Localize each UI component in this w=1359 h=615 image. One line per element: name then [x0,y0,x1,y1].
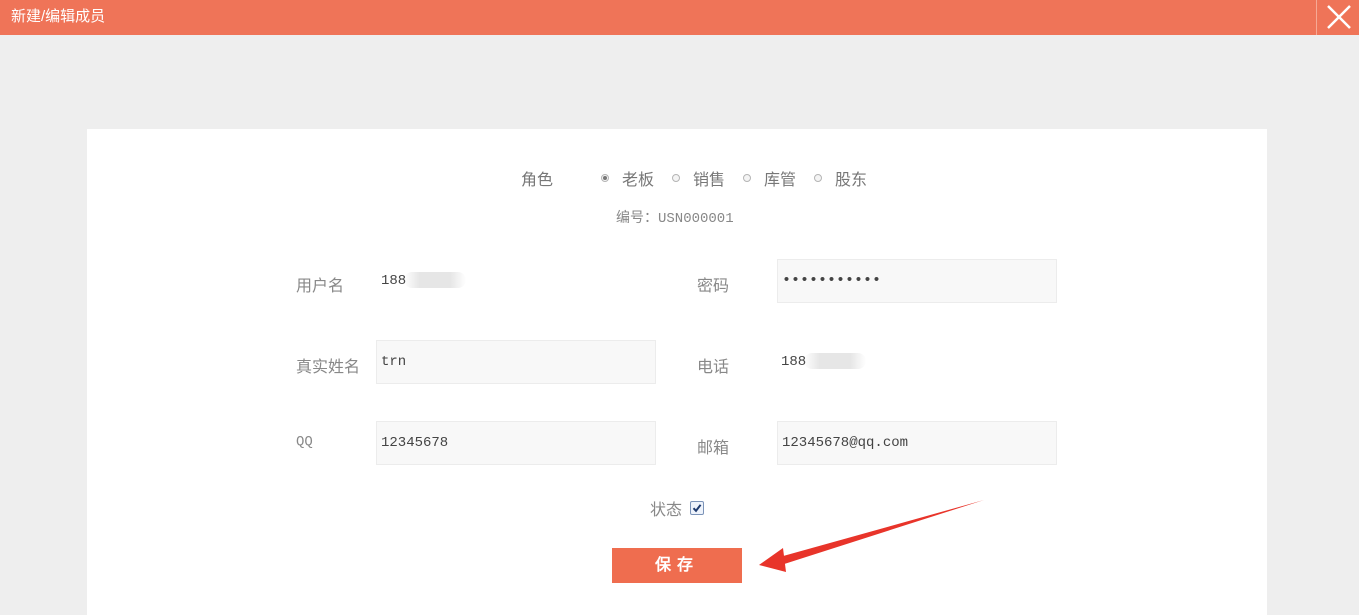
close-button[interactable] [1316,0,1359,35]
password-label: 密码 [697,278,730,295]
realname-field[interactable]: trn [376,340,656,384]
phone-label: 电话 [697,359,730,376]
username-field[interactable]: 188 [376,259,656,303]
qq-value: 12345678 [381,435,449,451]
role-option-label: 销售 [693,172,726,189]
member-code-value: USN000001 [658,211,734,227]
role-option-shareholder[interactable]: 股东 [814,166,867,190]
phone-field[interactable]: 188 [776,340,1056,384]
redaction-blur [804,353,867,370]
close-icon [1327,5,1351,29]
username-label: 用户名 [296,278,345,295]
role-option-warehouse[interactable]: 库管 [743,166,796,190]
email-field[interactable]: 12345678@qq.com [777,421,1057,465]
radio-sales[interactable] [672,174,681,182]
role-option-label: 股东 [835,172,868,189]
member-code-label: 编号： [616,209,658,225]
status-checkbox[interactable] [690,501,705,515]
radio-boss[interactable] [601,174,609,182]
title-bar: 新建/编辑成员 [0,0,1359,35]
email-label: 邮箱 [697,440,730,457]
checkmark-icon [692,504,702,513]
status-label: 状态 [650,502,683,519]
role-label: 角色 [521,172,554,189]
radio-shareholder[interactable] [814,174,823,182]
qq-label: QQ [296,434,313,450]
role-option-sales[interactable]: 销售 [672,166,725,190]
member-code: 编号：USN000001 [616,207,734,227]
realname-value: trn [381,354,407,370]
role-option-label: 库管 [764,172,797,189]
username-value: 188 [381,273,407,289]
phone-value: 188 [781,354,807,370]
window-title: 新建/编辑成员 [11,8,106,25]
role-option-label: 老板 [622,172,655,189]
password-field[interactable]: ••••••••••• [777,259,1057,303]
role-selector: 角色 老板 销售 库管 股东 [521,167,885,189]
email-value: 12345678@qq.com [782,435,909,451]
realname-label: 真实姓名 [296,359,361,376]
save-button[interactable]: 保存 [612,548,742,583]
role-option-boss[interactable]: 老板 [601,166,654,190]
qq-field[interactable]: 12345678 [376,421,656,465]
radio-warehouse[interactable] [743,174,752,182]
status-row: 状态 [650,498,705,519]
member-form-card: 角色 老板 销售 库管 股东 编号：USN000001 用户名 188 密码 •… [87,129,1267,615]
password-value: ••••••••••• [782,272,882,289]
redaction-blur [404,272,467,289]
